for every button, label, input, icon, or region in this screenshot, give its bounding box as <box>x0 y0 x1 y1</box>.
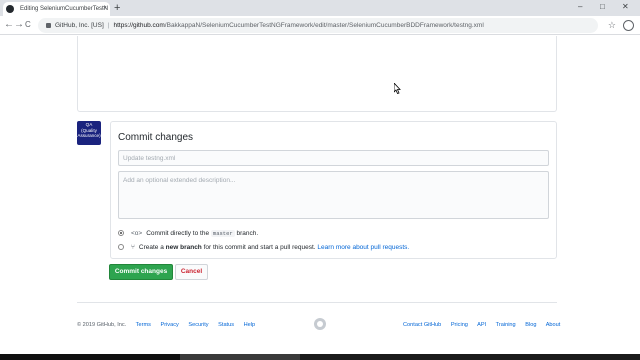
new-branch-option[interactable]: ⑂ Create a new branch for this commit and… <box>118 243 409 252</box>
new-tab-button[interactable]: + <box>114 1 120 15</box>
avatar: QA (Quality Assurance) <box>77 121 101 145</box>
close-window-button[interactable]: ✕ <box>622 1 629 13</box>
footer-link-help[interactable]: Help <box>244 322 256 328</box>
footer-left: © 2019 GitHub, Inc. Terms Privacy Securi… <box>77 321 263 329</box>
github-favicon-icon <box>6 5 14 13</box>
footer-link-status[interactable]: Status <box>218 322 234 328</box>
cancel-button[interactable]: Cancel <box>175 264 208 280</box>
commit-changes-button[interactable]: Commit changes <box>109 264 173 280</box>
git-pull-request-icon: ⑂ <box>131 244 135 251</box>
footer-link-blog[interactable]: Blog <box>525 322 536 328</box>
footer-link-contact[interactable]: Contact GitHub <box>403 322 441 328</box>
footer-link-security[interactable]: Security <box>188 322 208 328</box>
url-path: /BakkappaN/SeleniumCucumberTestNGFramewo… <box>164 22 484 29</box>
secure-label: GitHub, Inc. [US] <box>55 22 104 29</box>
footer-link-pricing[interactable]: Pricing <box>451 322 468 328</box>
reload-button[interactable]: C <box>25 18 31 32</box>
footer-right: Contact GitHub Pricing API Training Blog… <box>403 321 560 329</box>
url-host: https://github.com <box>113 22 165 29</box>
forward-button[interactable]: → <box>14 18 24 32</box>
new-branch-rest: for this commit and start a pull request… <box>203 244 316 251</box>
star-icon[interactable]: ☆ <box>608 18 616 32</box>
profile-icon[interactable] <box>623 20 634 31</box>
commit-direct-suffix: branch. <box>236 230 259 237</box>
footer-link-terms[interactable]: Terms <box>136 322 151 328</box>
file-editor[interactable] <box>77 36 557 112</box>
footer-divider <box>77 302 557 303</box>
browser-toolbar: ← → C GitHub, Inc. [US] | https://github.c… <box>0 16 640 35</box>
tab-close-icon[interactable]: × <box>103 2 107 16</box>
git-commit-icon: <o> <box>131 230 143 237</box>
taskbar-app-item[interactable] <box>180 354 300 360</box>
footer-link-training[interactable]: Training <box>496 322 516 328</box>
tab-title: Editing SeleniumCucumberTestN <box>20 6 109 12</box>
avatar-line: Assurance) <box>77 133 101 138</box>
pull-request-learn-more-link[interactable]: Learn more about pull requests. <box>317 244 409 251</box>
back-button[interactable]: ← <box>4 18 14 32</box>
commit-direct-option[interactable]: <o> Commit directly to the master branch. <box>118 229 258 238</box>
address-separator: | <box>107 22 110 29</box>
footer-link-api[interactable]: API <box>477 322 486 328</box>
mouse-cursor-icon <box>394 83 401 94</box>
commit-direct-radio[interactable] <box>118 230 124 237</box>
footer-link-privacy[interactable]: Privacy <box>160 322 178 328</box>
taskbar-start-area[interactable] <box>0 354 180 360</box>
github-mark-icon[interactable] <box>314 318 326 330</box>
address-bar[interactable]: GitHub, Inc. [US] | https://github.com/Bak… <box>38 18 598 33</box>
commit-direct-text: Commit directly to the <box>146 230 210 237</box>
new-branch-bold: new branch <box>165 244 202 251</box>
minimize-button[interactable]: – <box>578 1 582 13</box>
commit-description-input[interactable] <box>118 171 549 219</box>
lock-icon <box>46 22 51 28</box>
browser-tabbar: Editing SeleniumCucumberTestN × + – □ ✕ <box>0 0 640 16</box>
maximize-button[interactable]: □ <box>600 1 605 13</box>
footer-link-about[interactable]: About <box>546 322 561 328</box>
new-branch-radio[interactable] <box>118 244 124 251</box>
branch-name: master <box>210 230 235 237</box>
commit-title: Commit changes <box>118 132 194 143</box>
browser-tab[interactable]: Editing SeleniumCucumberTestN × <box>3 2 110 16</box>
footer-copyright: © 2019 GitHub, Inc. <box>77 322 127 328</box>
new-branch-create: Create a <box>138 244 164 251</box>
commit-summary-input[interactable] <box>118 150 549 166</box>
commit-changes-panel: Commit changes <o>Commit directly to the… <box>110 121 557 259</box>
